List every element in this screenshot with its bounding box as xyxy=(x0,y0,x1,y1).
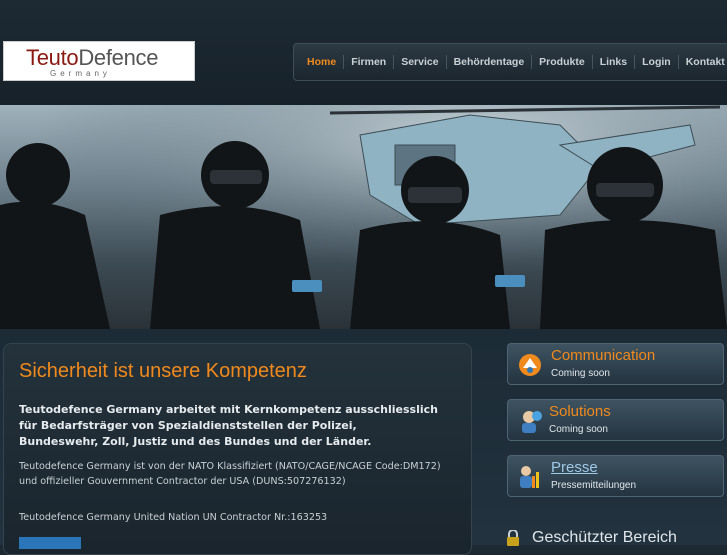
site-logo[interactable]: TeutoDefence Germany xyxy=(3,41,195,81)
lock-icon xyxy=(507,529,519,546)
card-subtitle: Pressemitteilungen xyxy=(551,480,637,491)
main-navigation: Home Firmen Service Behördentage Produkt… xyxy=(293,43,727,81)
page-title: Sicherheit ist unsere Kompetenz xyxy=(19,360,307,382)
intro-text: Teutodefence Germany arbeitet mit Kernko… xyxy=(19,403,438,448)
main-content-panel: Sicherheit ist unsere Kompetenz Teutodef… xyxy=(3,343,472,555)
card-communication[interactable]: Communication Coming soon xyxy=(507,343,724,385)
card-subtitle: Coming soon xyxy=(549,424,608,435)
secure-area-label: Geschützter Bereich xyxy=(532,529,677,546)
presse-icon xyxy=(520,466,539,488)
un-contractor-text: Teutodefence Germany United Nation UN Co… xyxy=(19,512,328,523)
nav-kontakt[interactable]: Kontakt xyxy=(677,55,727,69)
card-presse[interactable]: Presse Pressemitteilungen xyxy=(507,455,724,497)
nav-home[interactable]: Home xyxy=(300,55,343,69)
card-title-link[interactable]: Presse xyxy=(551,459,598,476)
nav-service[interactable]: Service xyxy=(393,55,445,69)
communication-icon xyxy=(519,354,541,376)
nav-produkte[interactable]: Produkte xyxy=(531,55,592,69)
nav-behoerdentage[interactable]: Behördentage xyxy=(445,55,532,69)
secure-area-heading[interactable]: Geschützter Bereich xyxy=(506,529,677,547)
nato-text: Teutodefence Germany ist von der NATO Kl… xyxy=(19,461,441,487)
card-title: Communication xyxy=(551,347,656,364)
solutions-icon xyxy=(522,411,542,433)
nav-login[interactable]: Login xyxy=(634,55,678,69)
logo-subtitle: Germany xyxy=(50,69,111,78)
card-title: Solutions xyxy=(549,403,611,420)
nav-links[interactable]: Links xyxy=(591,55,634,69)
card-subtitle: Coming soon xyxy=(551,368,610,379)
hero-image xyxy=(0,105,727,329)
un-badge-image xyxy=(19,537,81,549)
logo-wordmark: TeutoDefence xyxy=(26,45,159,70)
card-solutions[interactable]: Solutions Coming soon xyxy=(507,399,724,441)
nav-firmen[interactable]: Firmen xyxy=(343,55,393,69)
